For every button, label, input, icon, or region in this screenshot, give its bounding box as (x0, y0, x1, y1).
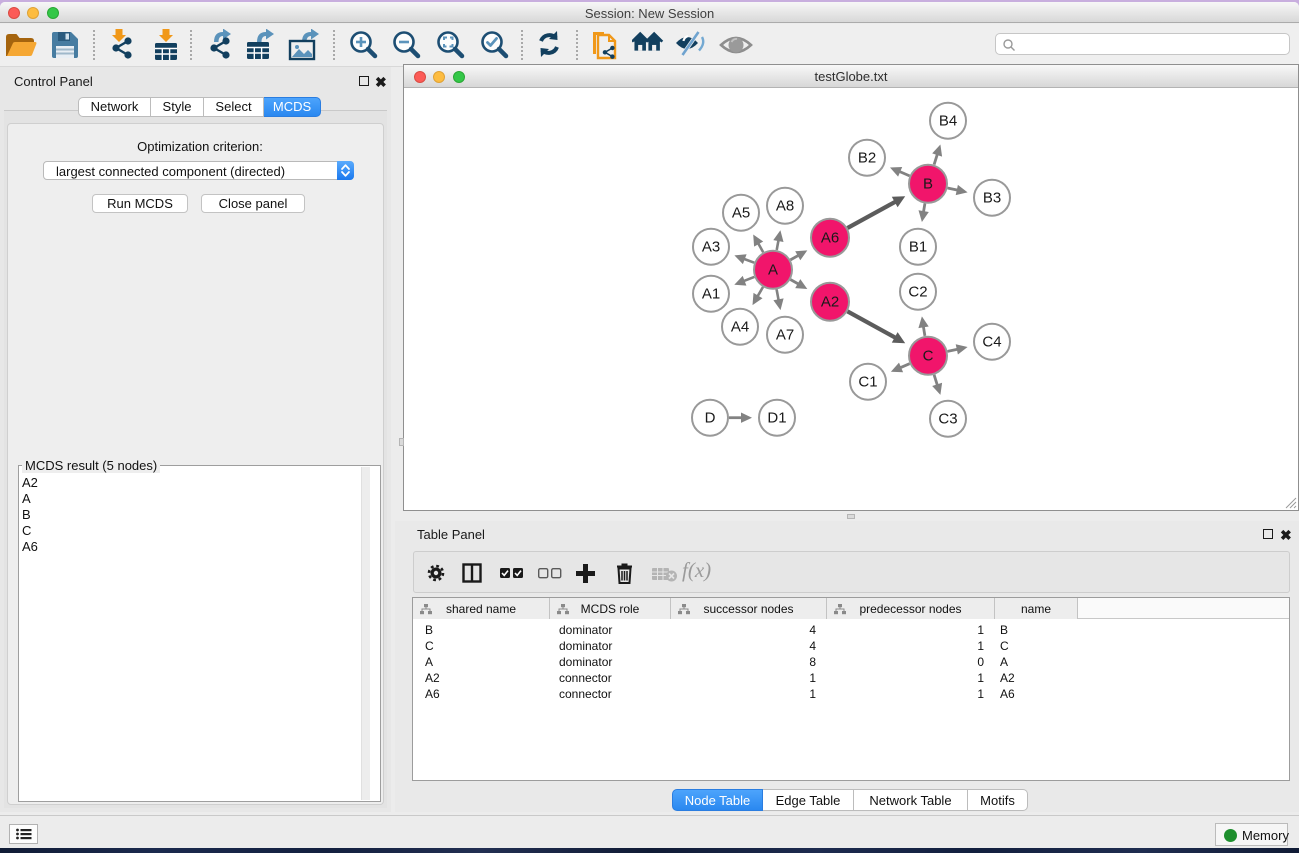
svg-text:A5: A5 (732, 205, 750, 222)
svg-text:C4: C4 (982, 334, 1001, 351)
svg-text:C1: C1 (858, 374, 877, 391)
svg-text:B: B (923, 176, 933, 193)
svg-text:C3: C3 (938, 411, 957, 428)
svg-text:D1: D1 (767, 410, 786, 427)
svg-text:A6: A6 (821, 230, 839, 247)
svg-text:D: D (705, 410, 716, 427)
svg-text:C2: C2 (908, 284, 927, 301)
svg-text:A8: A8 (776, 198, 794, 215)
svg-text:B2: B2 (858, 150, 876, 167)
svg-text:B1: B1 (909, 239, 927, 256)
svg-text:A1: A1 (702, 286, 720, 303)
svg-text:B3: B3 (983, 190, 1001, 207)
svg-text:A7: A7 (776, 327, 794, 344)
svg-text:A2: A2 (821, 294, 839, 311)
svg-text:B4: B4 (939, 113, 957, 130)
svg-text:C: C (923, 348, 934, 365)
svg-text:A3: A3 (702, 239, 720, 256)
svg-text:A: A (768, 262, 778, 279)
svg-text:A4: A4 (731, 319, 749, 336)
